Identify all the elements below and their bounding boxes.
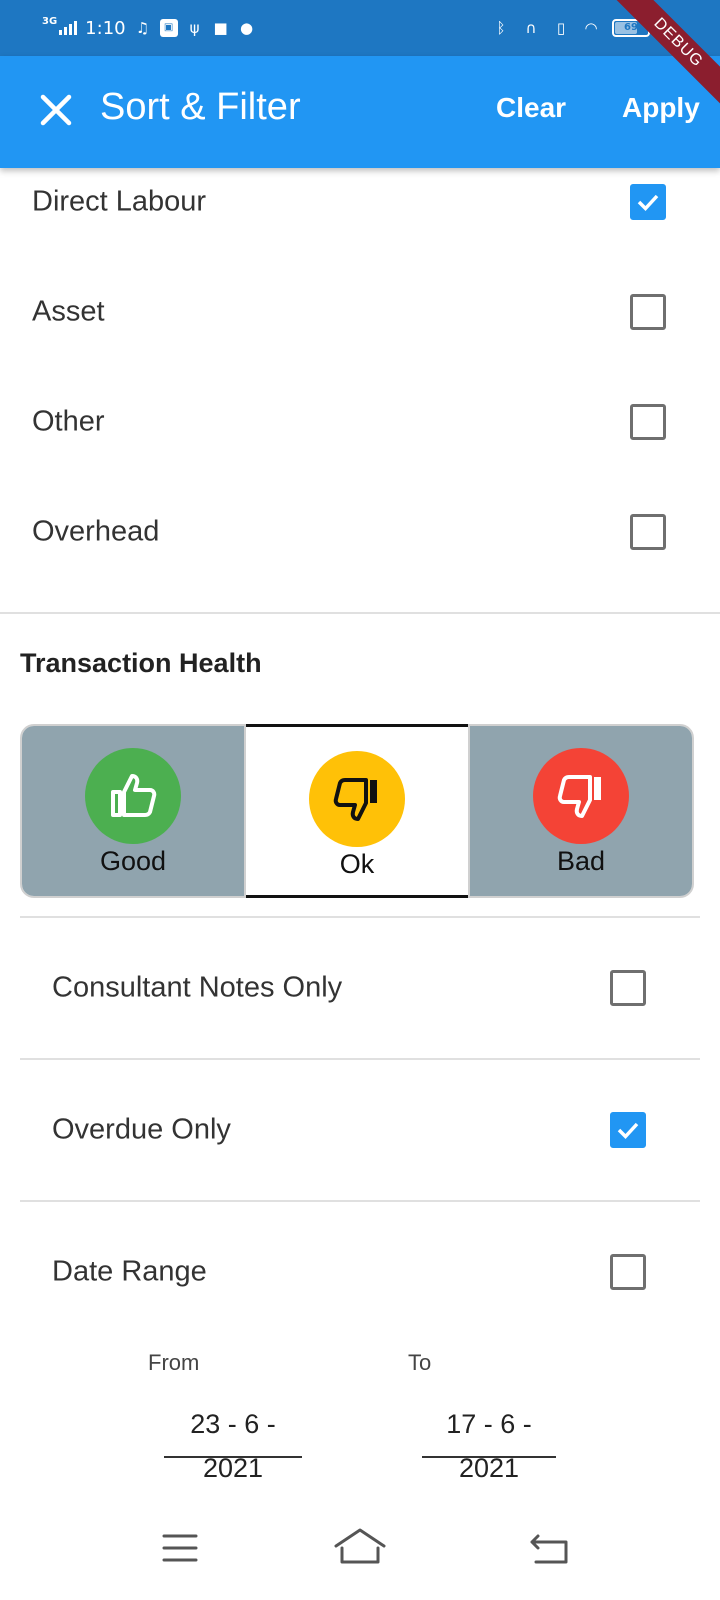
category-row-overhead[interactable]: Overhead xyxy=(0,476,720,588)
system-nav-bar xyxy=(0,1500,720,1600)
status-time: 1:10 xyxy=(85,17,126,39)
category-label: Overhead xyxy=(32,515,160,548)
category-label: Asset xyxy=(32,295,105,328)
signal-icon xyxy=(59,21,78,35)
close-icon xyxy=(40,94,72,126)
category-checkbox[interactable] xyxy=(630,514,666,550)
health-circle-good xyxy=(85,748,181,844)
category-row-asset[interactable]: Asset xyxy=(0,256,720,368)
headphones-icon: ∩ xyxy=(525,19,537,37)
page-title: Sort & Filter xyxy=(100,86,301,128)
status-right: ᛒ ∩ ▯ ◠ 69 xyxy=(492,14,650,42)
health-label-good: Good xyxy=(99,846,167,876)
back-button[interactable] xyxy=(520,1520,580,1576)
category-checkbox[interactable] xyxy=(630,404,666,440)
option-row-date-range[interactable]: Date Range xyxy=(20,1202,700,1342)
wifi-icon: ◠ xyxy=(584,19,598,37)
music-off-icon: ♫ xyxy=(135,19,150,37)
option-row-overdue[interactable]: Overdue Only xyxy=(20,1060,700,1200)
category-label: Direct Labour xyxy=(32,185,207,218)
health-label-ok: Ok xyxy=(339,849,375,879)
consultant-notes-checkbox[interactable] xyxy=(610,970,646,1006)
to-date-field[interactable]: 17 - 6 - 2021 xyxy=(422,1402,556,1483)
leaf-icon: ● xyxy=(240,19,254,37)
app-notification-icon: ▣ xyxy=(159,19,178,37)
menu-button[interactable] xyxy=(150,1520,210,1576)
option-label: Consultant Notes Only xyxy=(52,971,343,1004)
category-label: Other xyxy=(32,405,105,438)
option-row-consultant-notes[interactable]: Consultant Notes Only xyxy=(20,918,700,1058)
category-row-other[interactable]: Other xyxy=(0,366,720,478)
thumbs-down-icon xyxy=(333,778,377,821)
category-checkbox[interactable] xyxy=(630,294,666,330)
divider xyxy=(0,612,720,614)
option-label: Overdue Only xyxy=(52,1113,231,1146)
category-checkbox[interactable] xyxy=(630,184,666,220)
vibrate-icon: ▯ xyxy=(556,19,566,37)
status-bar: 3G 1:10 ♫ ▣ ψ ■ ● ᛒ ∩ ▯ ◠ 69 xyxy=(0,0,720,56)
thumbs-up-icon xyxy=(111,774,157,817)
battery-level: 69 xyxy=(624,22,638,33)
menu-icon xyxy=(162,1534,198,1562)
to-label: To xyxy=(408,1350,432,1375)
transaction-health-title: Transaction Health xyxy=(20,648,262,678)
app-bar: Sort & Filter Clear Apply xyxy=(0,56,720,168)
check-icon xyxy=(637,194,659,212)
from-date-field[interactable]: 23 - 6 - 2021 xyxy=(164,1402,302,1483)
health-option-bad[interactable]: Bad xyxy=(470,726,692,896)
check-icon xyxy=(617,1122,639,1140)
health-circle-ok xyxy=(309,751,405,847)
health-option-ok[interactable]: Ok xyxy=(246,724,468,898)
overdue-checkbox[interactable] xyxy=(610,1112,646,1148)
usb-icon: ψ xyxy=(189,19,200,37)
bluetooth-icon: ᛒ xyxy=(496,19,506,37)
home-icon xyxy=(334,1528,386,1564)
thumbs-down-icon xyxy=(557,775,601,818)
close-button[interactable] xyxy=(34,88,78,132)
date-range-checkbox[interactable] xyxy=(610,1254,646,1290)
status-left: 3G 1:10 ♫ ▣ ψ ■ ● xyxy=(42,14,256,42)
video-icon: ■ xyxy=(213,19,228,37)
apply-button[interactable]: Apply xyxy=(622,92,700,124)
clear-button[interactable]: Clear xyxy=(496,92,566,124)
health-option-good[interactable]: Good xyxy=(22,726,244,896)
health-circle-bad xyxy=(533,748,629,844)
option-label: Date Range xyxy=(52,1255,207,1288)
back-icon xyxy=(530,1534,568,1564)
from-label: From xyxy=(148,1350,200,1375)
transaction-health-toggle: Good Ok Bad xyxy=(20,724,694,898)
home-button[interactable] xyxy=(330,1520,390,1576)
network-type: 3G xyxy=(42,15,58,27)
health-label-bad: Bad xyxy=(556,846,606,876)
